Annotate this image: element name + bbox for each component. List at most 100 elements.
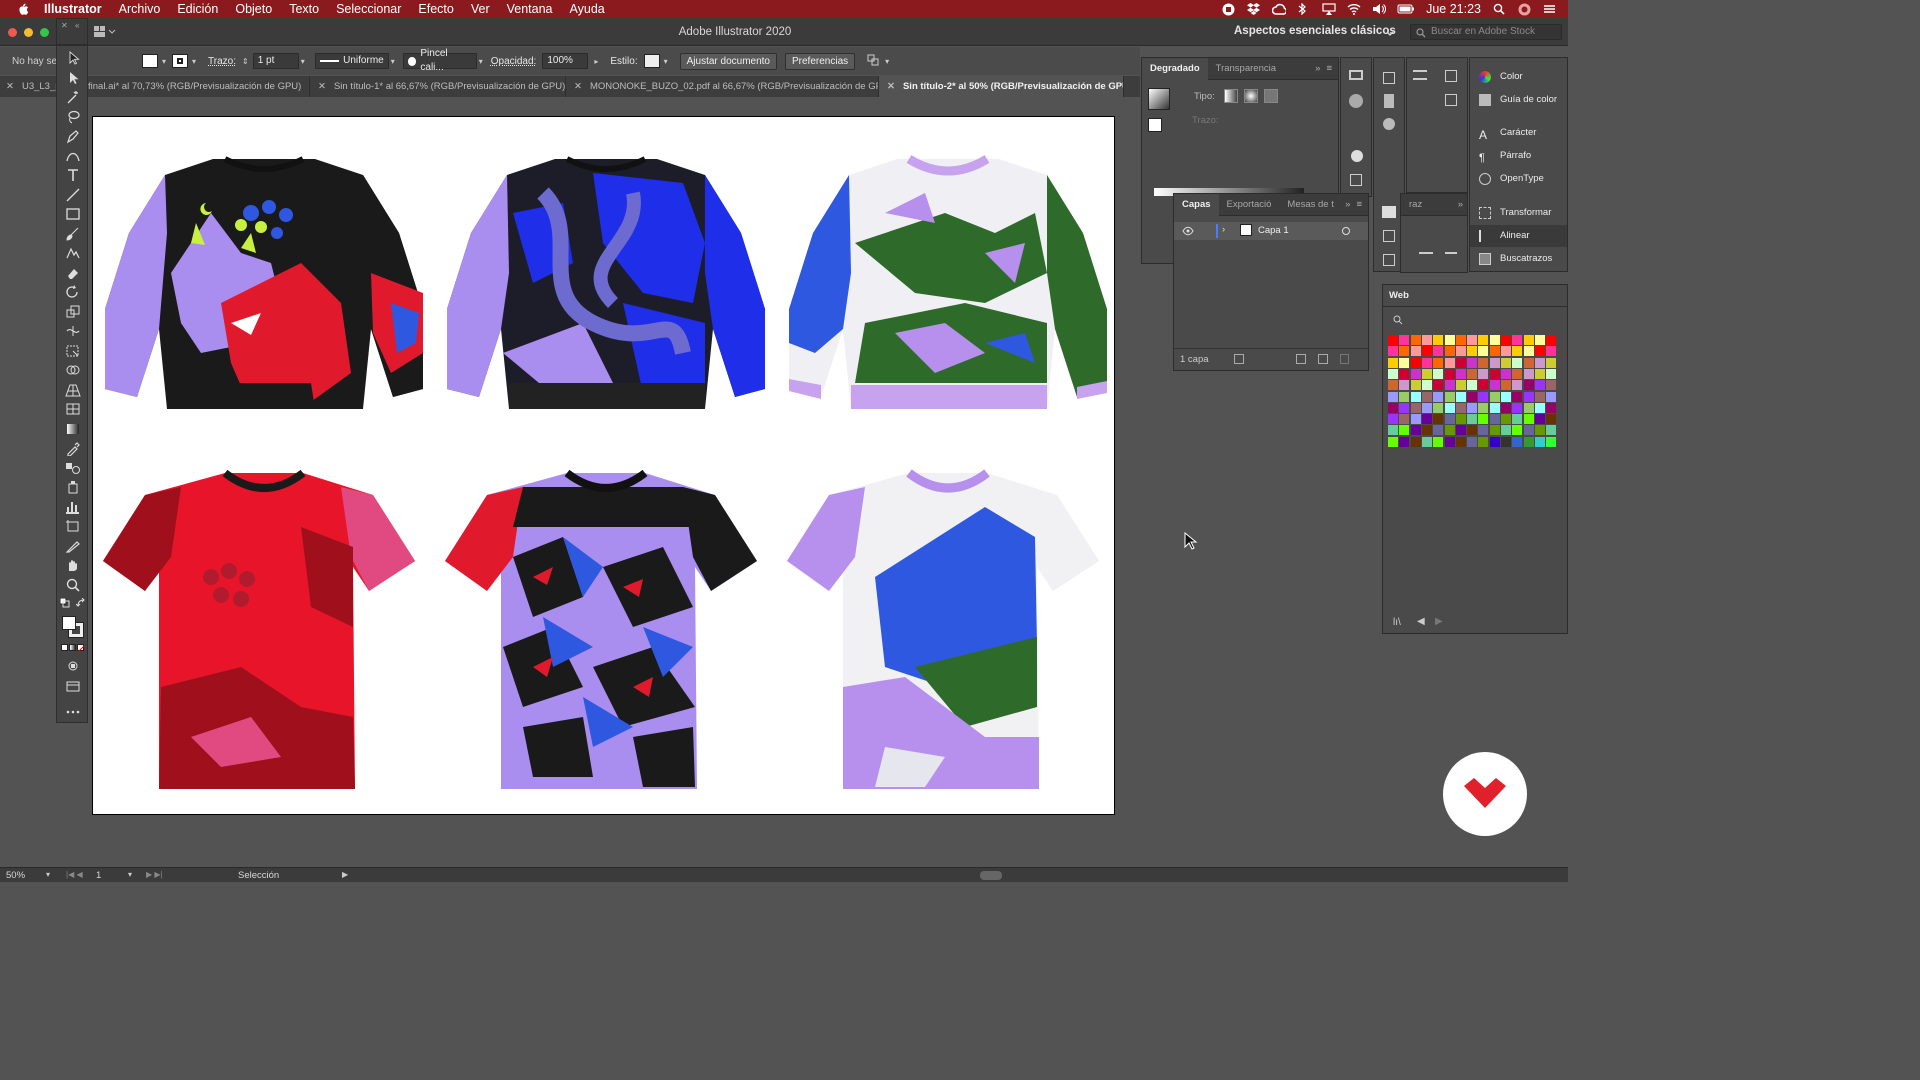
scale-tool-icon[interactable]	[64, 304, 82, 320]
color-swatch[interactable]	[1534, 391, 1545, 402]
color-swatch[interactable]	[1501, 436, 1511, 447]
color-swatch[interactable]	[1546, 368, 1557, 379]
color-swatch[interactable]	[1455, 380, 1466, 391]
hand-tool-icon[interactable]	[64, 557, 82, 573]
color-swatch[interactable]	[1399, 402, 1410, 413]
shape-builder-tool-icon[interactable]	[64, 362, 82, 378]
color-swatch[interactable]	[1399, 425, 1410, 436]
color-swatch[interactable]	[1546, 414, 1557, 425]
color-swatch[interactable]	[1489, 425, 1500, 436]
adobe-stock-search-input[interactable]: Buscar en Adobe Stock	[1410, 24, 1562, 40]
screen-mode-icon[interactable]	[64, 678, 82, 694]
color-swatch[interactable]	[1433, 391, 1444, 402]
radial-gradient-button[interactable]	[1244, 89, 1258, 103]
tab-exportacion[interactable]: Exportació	[1219, 194, 1280, 216]
color-swatch[interactable]	[1388, 425, 1398, 436]
color-swatch[interactable]	[1388, 436, 1398, 447]
sweatshirt-design-2[interactable]	[443, 153, 769, 425]
wifi-icon[interactable]	[1347, 3, 1361, 15]
color-swatch[interactable]	[1523, 391, 1534, 402]
collapse-icon[interactable]: »	[1458, 199, 1463, 210]
graphic-styles-icon[interactable]	[1445, 70, 1457, 82]
chevron-down-icon[interactable]: ▾	[46, 870, 50, 879]
fill-stroke-indicator[interactable]	[1148, 118, 1162, 132]
menu-ver[interactable]: Ver	[471, 2, 490, 16]
color-swatch[interactable]	[1444, 402, 1455, 413]
color-swatch[interactable]	[1421, 391, 1432, 402]
mesh-tool-icon[interactable]	[64, 401, 82, 417]
swatch-library-icon[interactable]: lı\	[1393, 617, 1401, 628]
color-swatch[interactable]	[1523, 335, 1534, 345]
zoom-tool-icon[interactable]	[64, 577, 82, 593]
scroll-thumb[interactable]	[980, 871, 1002, 880]
arrange-icon[interactable]	[867, 54, 881, 69]
color-swatch[interactable]	[1534, 335, 1545, 345]
sweatshirt-design-3[interactable]	[785, 153, 1111, 425]
chevron-down-icon[interactable]: ▾	[885, 57, 889, 66]
color-swatch[interactable]	[1478, 335, 1489, 345]
color-swatch[interactable]	[1546, 357, 1557, 368]
color-swatch[interactable]	[1444, 414, 1455, 425]
color-swatch[interactable]	[1421, 368, 1432, 379]
brightness-icon[interactable]	[1351, 150, 1363, 162]
color-swatch[interactable]	[1421, 346, 1432, 357]
linear-gradient-button[interactable]	[1224, 89, 1238, 103]
paragraph-panel-button[interactable]: ¶ Párrafo	[1470, 145, 1567, 167]
color-swatch[interactable]	[1388, 380, 1398, 391]
menu-archivo[interactable]: Archivo	[119, 2, 161, 16]
creative-cloud-icon[interactable]	[1271, 3, 1288, 15]
freeform-gradient-button[interactable]	[1264, 89, 1278, 103]
color-swatch[interactable]	[1534, 425, 1545, 436]
spotlight-search-icon[interactable]	[1493, 3, 1506, 15]
panel-menu-icon[interactable]: ≡	[1326, 63, 1332, 74]
color-swatch[interactable]	[1512, 436, 1523, 447]
color-swatch[interactable]	[1433, 380, 1444, 391]
previous-library-icon[interactable]: ◀	[1417, 616, 1425, 627]
doc-tab[interactable]: ✕ Sin título-1* al 66,67% (RGB/Previsuali…	[310, 76, 566, 97]
color-swatch[interactable]	[1546, 402, 1557, 413]
color-swatch[interactable]	[1478, 402, 1489, 413]
color-swatch[interactable]	[1399, 380, 1410, 391]
document-setup-button[interactable]: Ajustar documento	[679, 52, 777, 70]
color-swatch[interactable]	[1455, 436, 1466, 447]
color-swatch[interactable]	[1388, 402, 1398, 413]
color-swatch[interactable]	[1410, 357, 1421, 368]
horizontal-scrollbar[interactable]	[360, 871, 1540, 880]
tshirt-design-1[interactable]	[101, 467, 427, 797]
menu-edicion[interactable]: Edición	[177, 2, 218, 16]
color-swatch[interactable]	[1523, 402, 1534, 413]
status-menu-arrow-icon[interactable]: ▶	[342, 870, 348, 879]
color-swatch[interactable]	[1467, 368, 1478, 379]
swatches-panel-icon[interactable]	[1383, 72, 1395, 84]
color-swatch[interactable]	[1478, 436, 1489, 447]
airplay-icon[interactable]	[1322, 3, 1336, 15]
color-swatch[interactable]	[1489, 346, 1500, 357]
chevron-down-icon[interactable]: ▾	[664, 57, 668, 66]
color-swatch[interactable]	[1444, 380, 1455, 391]
color-swatch[interactable]	[1467, 346, 1478, 357]
color-swatch[interactable]	[1421, 436, 1432, 447]
artboards-panel-icon[interactable]	[1383, 254, 1395, 266]
opentype-panel-button[interactable]: OpenType	[1470, 168, 1567, 190]
color-swatch[interactable]	[1512, 414, 1523, 425]
chevron-down-icon[interactable]: ▾	[128, 870, 132, 879]
color-swatch[interactable]	[1399, 368, 1410, 379]
color-swatch[interactable]	[1410, 436, 1421, 447]
color-swatch[interactable]	[1534, 357, 1545, 368]
color-swatch[interactable]	[1455, 391, 1466, 402]
color-swatch[interactable]	[1433, 335, 1444, 345]
color-swatch[interactable]	[1410, 335, 1421, 345]
menu-texto[interactable]: Texto	[289, 2, 319, 16]
color-swatch[interactable]	[1546, 391, 1557, 402]
chevron-down-icon[interactable]: ▾	[391, 57, 395, 66]
color-swatch[interactable]	[1444, 436, 1455, 447]
default-fill-stroke-icon[interactable]	[60, 598, 70, 608]
color-swatch[interactable]	[1489, 391, 1500, 402]
color-swatch[interactable]	[1489, 368, 1500, 379]
color-swatch[interactable]	[1512, 425, 1523, 436]
color-swatch[interactable]	[1467, 414, 1478, 425]
first-artboard-icon[interactable]: |◀ ◀	[66, 870, 83, 879]
tshirt-design-2[interactable]	[443, 467, 769, 797]
color-swatch[interactable]	[1501, 357, 1511, 368]
magic-wand-tool-icon[interactable]	[64, 89, 82, 105]
